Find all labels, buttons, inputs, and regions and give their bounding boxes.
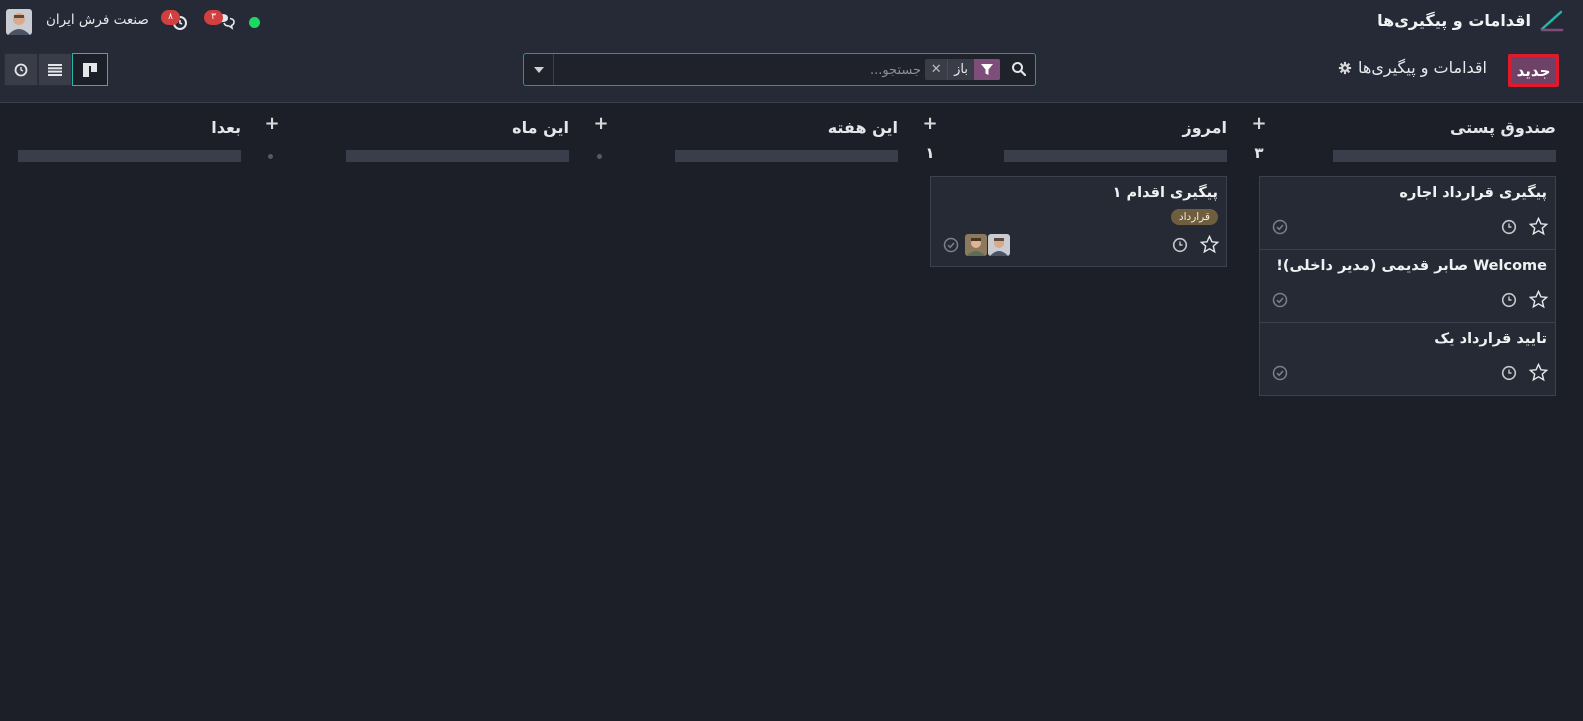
new-button[interactable]: جدید: [1508, 54, 1559, 87]
facet-label: باز: [954, 62, 968, 77]
search-facet: باز ✕: [925, 59, 1000, 80]
card-tag: قرارداد: [1170, 209, 1218, 225]
card-title: پیگیری قرارداد اجاره: [1399, 185, 1547, 201]
clock-icon[interactable]: [1501, 292, 1517, 308]
star-icon[interactable]: [1529, 217, 1548, 236]
company-name[interactable]: صنعت فرش ایران: [46, 12, 149, 28]
column-progress-bar[interactable]: [1333, 150, 1556, 162]
column-count: ۳: [1254, 144, 1264, 162]
gear-icon[interactable]: [1338, 61, 1352, 75]
kanban-card[interactable]: پیگیری قرارداد اجاره: [1259, 176, 1556, 250]
column-title[interactable]: این ماه: [512, 118, 569, 137]
breadcrumb-label[interactable]: اقدامات و پیگیری‌ها: [1358, 58, 1487, 77]
search-input[interactable]: [549, 59, 923, 82]
activity-view-icon: [14, 63, 28, 76]
activity-view-button[interactable]: [4, 53, 38, 86]
app-logo-icon[interactable]: [1539, 9, 1565, 33]
column-progress-bar[interactable]: [1004, 150, 1227, 162]
view-switcher: [4, 53, 108, 86]
card-title: تایید قرارداد یک: [1434, 331, 1547, 347]
check-circle-icon[interactable]: [943, 237, 959, 253]
filter-icon: [974, 59, 1000, 80]
column-empty-indicator: [268, 154, 273, 159]
column-count: ۱: [925, 144, 935, 162]
navbar: اقدامات و پیگیری‌ها صنعت فرش ایران ۸ ۳: [0, 0, 1583, 44]
column-title[interactable]: این هفته: [828, 118, 898, 137]
card-title: پیگیری اقدام ۱: [1112, 185, 1218, 201]
column-empty-indicator: [597, 154, 602, 159]
check-circle-icon[interactable]: [1272, 292, 1288, 308]
quick-create-button[interactable]: +: [264, 115, 280, 133]
close-icon[interactable]: ✕: [925, 59, 949, 80]
clock-icon[interactable]: [1501, 365, 1517, 381]
kanban-view-icon: [83, 62, 97, 77]
star-icon[interactable]: [1200, 235, 1219, 254]
activity-badge: ۸: [161, 10, 180, 25]
breadcrumb: اقدامات و پیگیری‌ها: [1338, 58, 1487, 77]
assignee-avatar[interactable]: [965, 234, 987, 256]
clock-icon[interactable]: [1501, 219, 1517, 235]
column-progress-bar[interactable]: [346, 150, 569, 162]
column-progress-bar[interactable]: [18, 150, 241, 162]
column-title[interactable]: بعدا: [211, 118, 241, 137]
kanban-view-button[interactable]: [72, 53, 108, 86]
list-view-button[interactable]: [38, 53, 72, 86]
user-avatar[interactable]: [6, 9, 32, 35]
clock-icon[interactable]: [1172, 237, 1188, 253]
quick-create-button[interactable]: +: [922, 115, 938, 133]
check-circle-icon[interactable]: [1272, 365, 1288, 381]
quick-create-button[interactable]: +: [593, 115, 609, 133]
search-icon[interactable]: [1011, 61, 1027, 77]
column-progress-bar[interactable]: [675, 150, 898, 162]
card-title: Welcome صابر قدیمی (مدیر داخلی)!: [1276, 258, 1547, 274]
assignee-avatar[interactable]: [988, 234, 1010, 256]
app-title[interactable]: اقدامات و پیگیری‌ها: [1377, 11, 1531, 30]
quick-create-button[interactable]: +: [1251, 115, 1267, 133]
caret-down-icon: [533, 66, 544, 73]
list-view-icon: [48, 63, 62, 76]
check-circle-icon[interactable]: [1272, 219, 1288, 235]
column-title[interactable]: امروز: [1183, 118, 1228, 137]
online-status-dot: [249, 17, 260, 28]
star-icon[interactable]: [1529, 363, 1548, 382]
search-bar: باز ✕: [523, 53, 1036, 86]
kanban-card[interactable]: پیگیری اقدام ۱ قرارداد: [930, 176, 1227, 267]
messages-badge: ۳: [204, 10, 223, 25]
kanban-card[interactable]: Welcome صابر قدیمی (مدیر داخلی)!: [1259, 249, 1556, 323]
column-title[interactable]: صندوق پستی: [1450, 118, 1556, 137]
kanban-card[interactable]: تایید قرارداد یک: [1259, 322, 1556, 396]
star-icon[interactable]: [1529, 290, 1548, 309]
